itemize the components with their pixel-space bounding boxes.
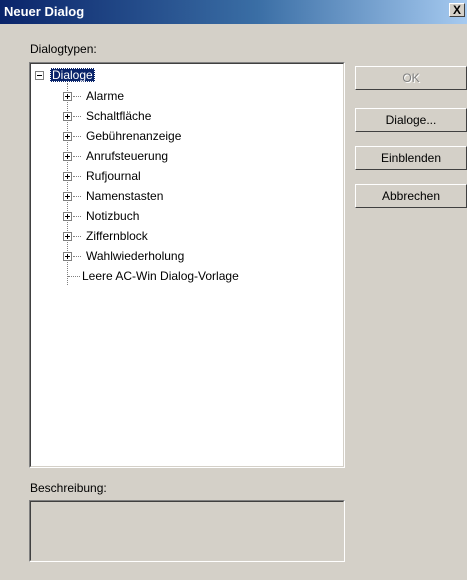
dialog-types-label: Dialogtypen: — [30, 42, 97, 56]
tree-root[interactable]: Dialoge — [50, 66, 95, 84]
description-box — [29, 500, 345, 562]
expand-icon[interactable] — [63, 112, 72, 121]
expand-icon[interactable] — [63, 192, 72, 201]
expand-icon[interactable] — [63, 212, 72, 221]
expand-icon[interactable] — [63, 92, 72, 101]
collapse-icon[interactable] — [35, 71, 44, 80]
tree-item-leere-vorlage[interactable]: Leere AC-Win Dialog-Vorlage — [82, 267, 239, 285]
description-label: Beschreibung: — [30, 481, 107, 495]
einblenden-button[interactable]: Einblenden — [355, 146, 467, 170]
expand-icon[interactable] — [63, 172, 72, 181]
tree-item-anrufsteuerung[interactable]: Anrufsteuerung — [86, 147, 168, 165]
tree-item-namenstasten[interactable]: Namenstasten — [86, 187, 163, 205]
tree-item-ziffernblock[interactable]: Ziffernblock — [86, 227, 148, 245]
expand-icon[interactable] — [63, 152, 72, 161]
tree-item-schaltflaeche[interactable]: Schaltfläche — [86, 107, 151, 125]
window-title: Neuer Dialog — [4, 4, 85, 19]
dialog-tree-view[interactable]: Dialoge Alarme Schaltfläche Gebührenanze… — [29, 62, 345, 468]
description-frame — [30, 501, 344, 561]
expand-icon[interactable] — [63, 132, 72, 141]
tree-item-notizbuch[interactable]: Notizbuch — [86, 207, 139, 225]
tree-item-alarme[interactable]: Alarme — [86, 87, 124, 105]
abbrechen-button[interactable]: Abbrechen — [355, 184, 467, 208]
tree-frame — [30, 63, 344, 467]
expand-icon[interactable] — [63, 232, 72, 241]
tree-item-wahlwiederholung[interactable]: Wahlwiederholung — [86, 247, 184, 265]
dialoge-button[interactable]: Dialoge... — [355, 108, 467, 132]
expand-icon[interactable] — [63, 252, 72, 261]
close-button[interactable]: X — [449, 3, 465, 17]
tree-item-rufjournal[interactable]: Rufjournal — [86, 167, 141, 185]
tree-item-gebuehrenanzeige[interactable]: Gebührenanzeige — [86, 127, 181, 145]
tree-root-label: Dialoge — [50, 68, 95, 82]
ok-button[interactable]: OK — [355, 66, 467, 90]
title-bar[interactable]: Neuer Dialog X — [0, 0, 467, 24]
